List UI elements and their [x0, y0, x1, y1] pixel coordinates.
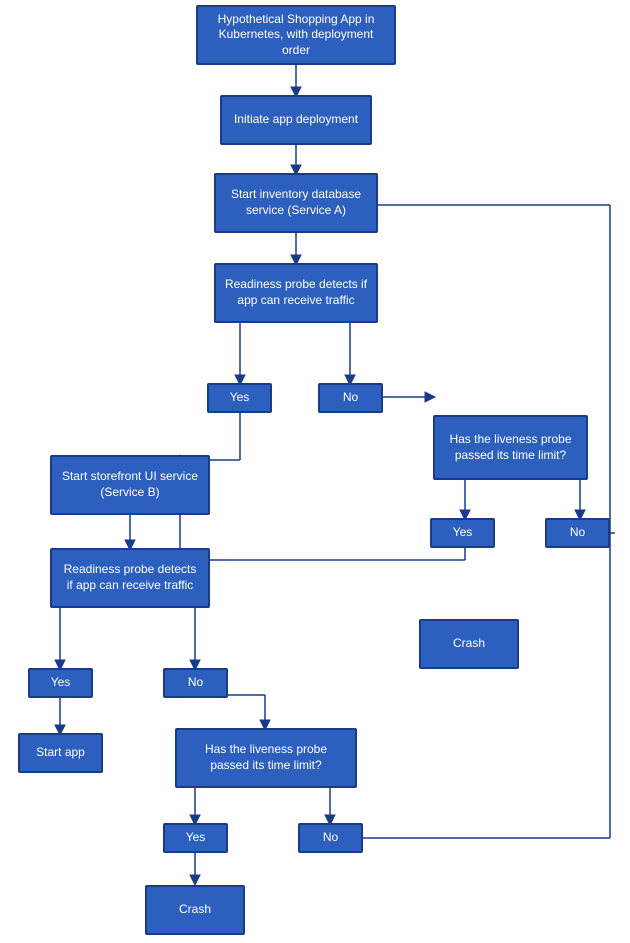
flowchart-diagram: Hypothetical Shopping App in Kubernetes,…: [0, 0, 630, 943]
title-box: Hypothetical Shopping App in Kubernetes,…: [196, 5, 396, 65]
yes-a-box: Yes: [207, 383, 272, 413]
yes-lb-box: Yes: [163, 823, 228, 853]
yes-b-box: Yes: [28, 668, 93, 698]
no-b-box: No: [163, 668, 228, 698]
crash-b-box: Crash: [145, 885, 245, 935]
readiness-a-box: Readiness probe detects if app can recei…: [214, 263, 378, 323]
liveness-b-box: Has the liveness probe passed its time l…: [175, 728, 357, 788]
yes-la-box: Yes: [430, 518, 495, 548]
start-storefront-box: Start storefront UI service (Service B): [50, 455, 210, 515]
no-la-box: No: [545, 518, 610, 548]
liveness-a-box: Has the liveness probe passed its time l…: [433, 415, 588, 480]
crash-a-box: Crash: [419, 619, 519, 669]
no-a-box: No: [318, 383, 383, 413]
start-app-box: Start app: [18, 733, 103, 773]
no-lb-box: No: [298, 823, 363, 853]
initiate-box: Initiate app deployment: [220, 95, 372, 145]
readiness-b-box: Readiness probe detects if app can recei…: [50, 548, 210, 608]
start-inventory-box: Start inventory database service (Servic…: [214, 173, 378, 233]
